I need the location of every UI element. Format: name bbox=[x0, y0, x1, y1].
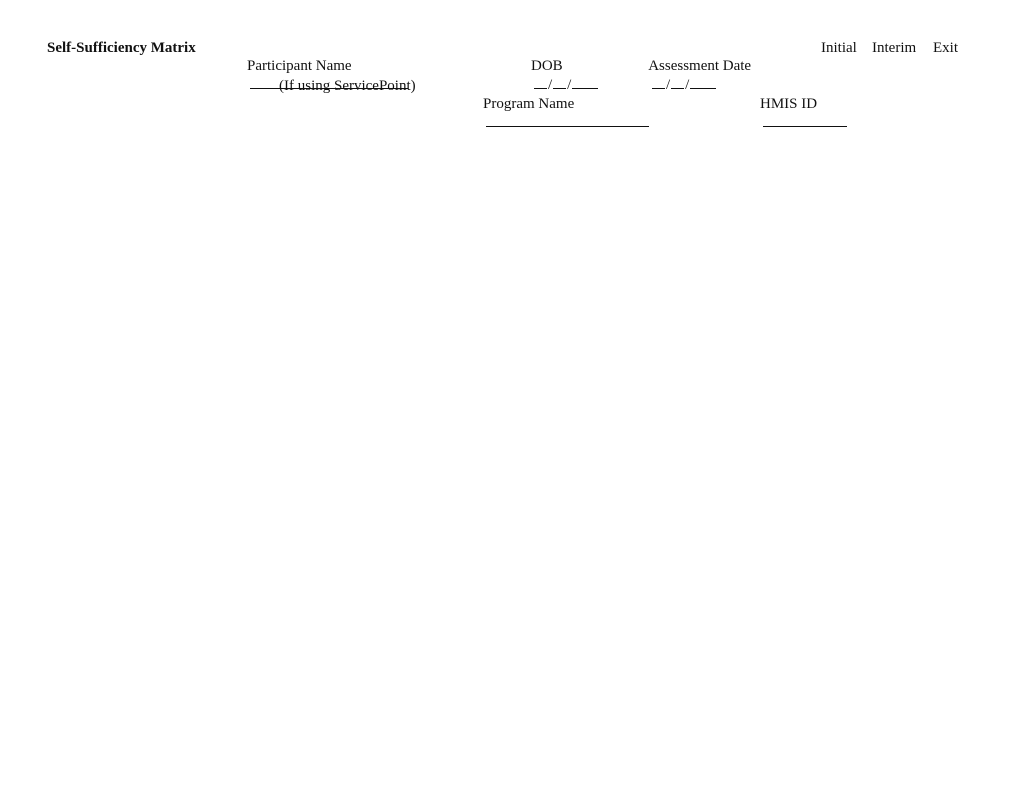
participant-name-label: Participant Name bbox=[247, 58, 352, 74]
program-name-label: Program Name bbox=[483, 96, 575, 112]
assessment-year-blank[interactable] bbox=[690, 75, 717, 89]
hmis-id-label: HMIS ID bbox=[760, 96, 818, 112]
assessment-month-blank[interactable] bbox=[652, 75, 665, 89]
assessment-day-blank[interactable] bbox=[671, 75, 685, 89]
program-name-blank[interactable] bbox=[486, 113, 649, 127]
assessment-type-exit[interactable]: Exit bbox=[933, 39, 958, 57]
assessment-date-separator: / bbox=[685, 77, 690, 93]
hmis-id-blank[interactable] bbox=[763, 113, 847, 127]
form-title: Self-Sufficiency Matrix bbox=[47, 40, 196, 56]
servicepoint-note: (If using ServicePoint) bbox=[279, 78, 416, 94]
assessment-date-separator: / bbox=[666, 77, 671, 93]
hmis-id-field: HMIS ID bbox=[745, 77, 847, 150]
assessment-date-label: Assessment Date bbox=[648, 58, 752, 74]
dob-label: DOB bbox=[531, 58, 563, 74]
form-page: Self-Sufficiency Matrix Participant Name… bbox=[0, 0, 1020, 788]
participant-name-field: Participant Name bbox=[232, 39, 408, 112]
program-name-field: Program Name bbox=[468, 77, 649, 150]
assessment-type-initial[interactable]: Initial bbox=[821, 39, 857, 57]
assessment-date-field: Assessment Date / / bbox=[634, 39, 751, 112]
assessment-type-interim[interactable]: Interim bbox=[872, 39, 916, 57]
